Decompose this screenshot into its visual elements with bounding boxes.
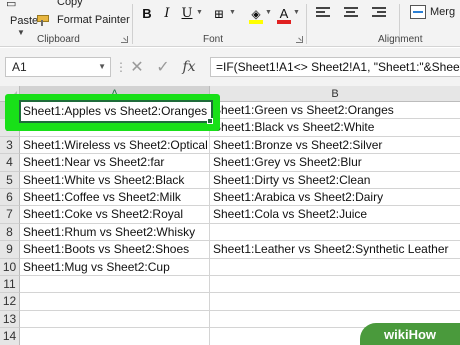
row-header[interactable]: 5 — [0, 171, 20, 189]
active-cell-a1[interactable]: Sheet1:Apples vs Sheet2:Oranges — [19, 100, 213, 123]
cancel-icon[interactable]: ✕ — [124, 57, 150, 77]
column-header-b[interactable]: B — [210, 86, 460, 102]
name-box[interactable]: A1 ▼ — [5, 57, 111, 77]
fill-color-swatch — [249, 20, 263, 24]
watermark-how: How — [408, 326, 437, 342]
paste-dropdown-icon[interactable]: ▼ — [17, 28, 25, 37]
underline-button[interactable]: U — [179, 5, 195, 23]
align-center-icon[interactable] — [344, 7, 358, 19]
cell-a[interactable] — [20, 276, 210, 294]
cell-a[interactable]: Sheet1:Coke vs Sheet2:Royal — [20, 206, 210, 224]
format-painter-button[interactable]: Format Painter — [37, 12, 130, 28]
cell-b[interactable] — [210, 293, 460, 311]
borders-dropdown-icon[interactable]: ▼ — [229, 9, 236, 16]
cell-b[interactable] — [210, 259, 460, 276]
formula-bar-area: A1 ▼ ⋮ ✕ ✓ fx =IF(Sheet1!A1<> Sheet2!A1,… — [0, 48, 460, 86]
paste-button[interactable]: Paste — [10, 15, 38, 27]
cell-a[interactable] — [20, 310, 210, 329]
cell-a[interactable]: Sheet1:Coffee vs Sheet2:Milk — [20, 189, 210, 207]
cell-a[interactable]: Sheet1:White vs Sheet2:Black — [20, 171, 210, 189]
ribbon: ▭ Paste ▼ Copy Format Painter Clipboard … — [0, 0, 460, 47]
cell-b[interactable]: Sheet1:Leather vs Sheet2:Synthetic Leath… — [210, 241, 460, 259]
group-alignment-label: Alignment — [378, 34, 423, 45]
cell-a[interactable]: Sheet1:Wireless vs Sheet2:Optical — [20, 136, 210, 155]
wikihow-watermark: wiki How — [360, 323, 460, 345]
row-header[interactable]: 10 — [0, 258, 20, 276]
bold-button[interactable]: B — [139, 5, 155, 23]
underline-dropdown-icon[interactable]: ▼ — [196, 9, 203, 16]
cell-b[interactable]: Sheet1:Arabica vs Sheet2:Dairy — [210, 189, 460, 207]
cell-a[interactable] — [20, 293, 210, 311]
format-painter-icon — [37, 14, 51, 26]
merge-label: Merg — [430, 6, 456, 18]
cell-a[interactable]: Sheet1:Near vs Sheet2:far — [20, 154, 210, 172]
row-header[interactable]: 8 — [0, 223, 20, 242]
enter-icon[interactable]: ✓ — [150, 57, 176, 77]
separator — [306, 4, 307, 44]
row-header[interactable]: 4 — [0, 154, 20, 172]
row-header[interactable]: 14 — [0, 328, 20, 345]
cell-b[interactable]: Sheet1:Grey vs Sheet2:Blur — [210, 154, 460, 172]
watermark-wiki: wiki — [383, 326, 409, 342]
cell-b[interactable]: Sheet1:Black vs Sheet2:White — [210, 119, 460, 137]
font-color-dropdown-icon[interactable]: ▼ — [293, 9, 300, 16]
group-font-label: Font — [203, 34, 224, 45]
align-right-icon[interactable] — [372, 7, 386, 19]
italic-button[interactable]: I — [159, 5, 175, 23]
paste-icon[interactable]: ▭ — [6, 0, 16, 10]
row-header[interactable]: 9 — [0, 241, 20, 259]
row-header[interactable]: 11 — [0, 276, 20, 294]
cell-a[interactable] — [20, 328, 210, 345]
separator — [132, 4, 133, 44]
cell-a[interactable]: Sheet1:Mug vs Sheet2:Cup — [20, 258, 210, 276]
format-painter-label: Format Painter — [57, 14, 130, 26]
cell-b[interactable]: Sheet1:Dirty vs Sheet2:Clean — [210, 172, 460, 189]
row-header[interactable]: 12 — [0, 293, 20, 311]
name-box-value: A1 — [12, 60, 27, 74]
formula-input[interactable]: =IF(Sheet1!A1<> Sheet2!A1, "Sheet1:"&She… — [210, 57, 460, 77]
cell-b[interactable]: Sheet1:Cola vs Sheet2:Juice — [210, 206, 460, 224]
cell-b[interactable]: Sheet1:Green vs Sheet2:Oranges — [210, 102, 460, 120]
row-header[interactable]: 6 — [0, 189, 20, 207]
merge-icon — [410, 5, 426, 19]
cell-b[interactable] — [210, 276, 460, 294]
merge-center-button[interactable]: Merg — [410, 5, 455, 19]
fill-color-dropdown-icon[interactable]: ▼ — [265, 9, 272, 16]
formula-buttons: ✕ ✓ fx — [124, 57, 206, 77]
insert-function-button[interactable]: fx — [176, 59, 202, 75]
group-clipboard-label: Clipboard — [37, 34, 80, 45]
fill-handle[interactable] — [207, 118, 213, 124]
font-color-swatch — [277, 20, 291, 24]
clipboard-launcher-icon[interactable] — [121, 36, 128, 43]
copy-button[interactable]: Copy — [57, 0, 83, 8]
cell-b[interactable]: Sheet1:Bronze vs Sheet2:Silver — [210, 137, 460, 155]
cell-b[interactable] — [210, 224, 460, 242]
cell-a[interactable]: Sheet1:Boots vs Sheet2:Shoes — [20, 241, 210, 259]
font-launcher-icon[interactable] — [296, 36, 303, 43]
cell-a[interactable]: Sheet1:Rhum vs Sheet2:Whisky — [20, 223, 210, 242]
name-box-dropdown-icon[interactable]: ▼ — [98, 58, 106, 76]
row-header[interactable]: 3 — [0, 136, 20, 155]
row-header[interactable]: 13 — [0, 310, 20, 329]
align-left-icon[interactable] — [316, 7, 330, 19]
row-header[interactable]: 7 — [0, 206, 20, 224]
borders-icon[interactable]: ⊞ — [211, 5, 227, 23]
